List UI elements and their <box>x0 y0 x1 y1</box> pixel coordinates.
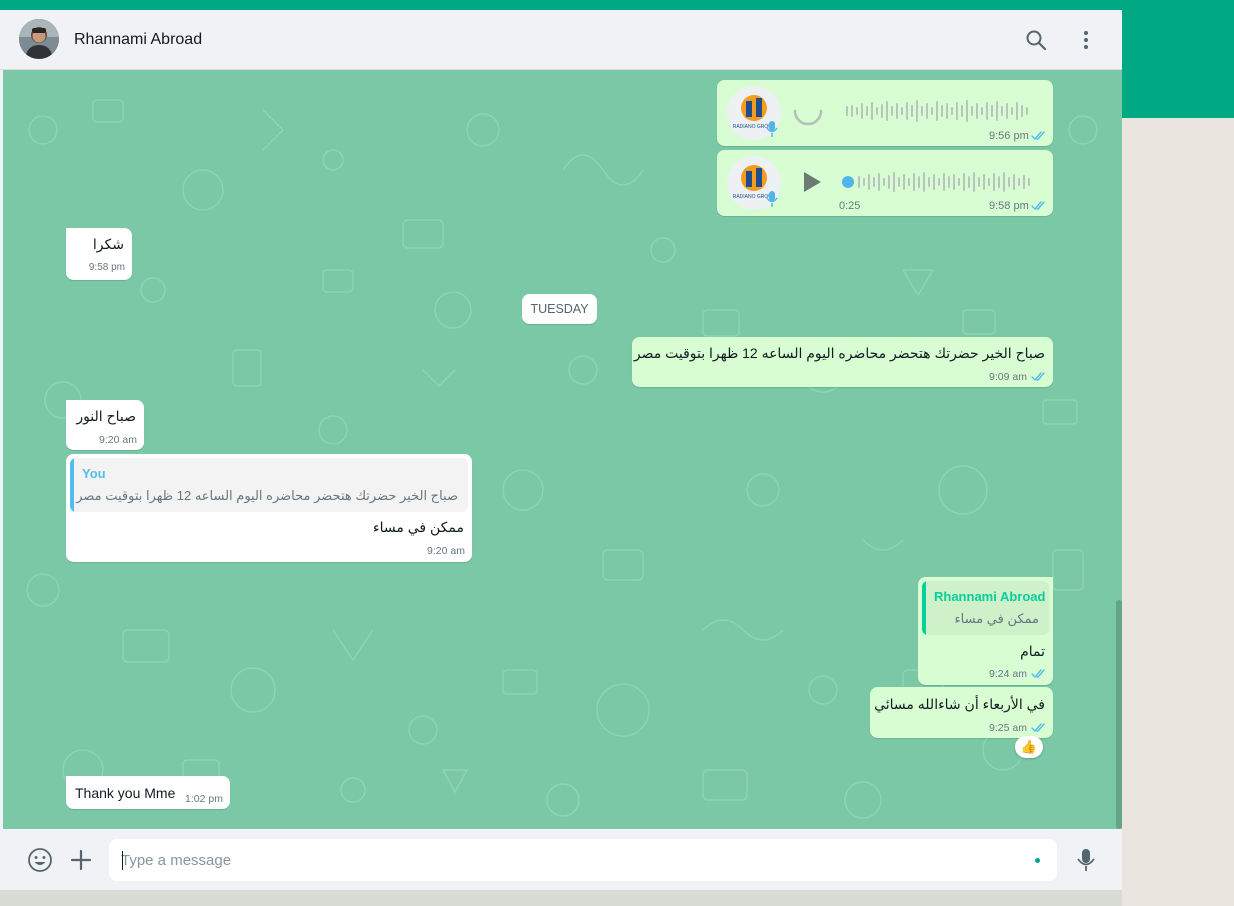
incoming-reply-message[interactable]: You صباح الخير حضرتك هتحضر محاضره اليوم … <box>66 454 472 562</box>
quoted-message[interactable]: Rhannami Abroad ممكن في مساء <box>922 581 1049 635</box>
mic-icon[interactable] <box>1073 847 1099 873</box>
message-time: 9:25 am <box>989 722 1027 734</box>
side-background <box>1122 118 1234 906</box>
avatar[interactable] <box>19 19 59 59</box>
message-time: 9:58 pm <box>88 262 125 273</box>
message-input[interactable] <box>121 839 1021 881</box>
voice-message[interactable]: RADIANO GROUP 9:56 pm <box>717 80 1053 146</box>
quote-author: You <box>82 466 106 481</box>
outgoing-reply-message[interactable]: Rhannami Abroad ممكن في مساء تمام 9:24 a… <box>918 577 1053 685</box>
message-time: 9:58 pm <box>989 200 1029 212</box>
message-time: 9:56 pm <box>989 130 1029 142</box>
kebab-menu-icon[interactable] <box>1074 28 1098 52</box>
quote-text: صباح الخير حضرتك هتحضر محاضره اليوم السا… <box>76 488 458 503</box>
message-text: شكرا <box>92 236 124 252</box>
chat-window: Rhannami Abroad RADIANO GROUP 9:56 pm RA… <box>0 10 1122 890</box>
quote-accent-bar <box>70 458 74 512</box>
quote-accent-bar <box>922 581 926 635</box>
quoted-message[interactable]: You صباح الخير حضرتك هتحضر محاضره اليوم … <box>70 458 468 512</box>
message-time: 1:02 pm <box>185 793 223 805</box>
message-text: في الأربعاء أن شاءالله مسائي <box>874 696 1045 712</box>
message-text: تمام <box>1020 643 1045 659</box>
outgoing-message[interactable]: صباح الخير حضرتك هتحضر محاضره اليوم السا… <box>632 337 1053 387</box>
voice-message[interactable]: RADIANO GROUP 0:25 9:58 pm <box>717 150 1053 216</box>
text-caret <box>122 851 123 870</box>
voice-waveform[interactable] <box>845 98 1035 124</box>
mic-badge-icon <box>765 120 779 138</box>
message-time: 9:09 am <box>989 371 1027 383</box>
status-dot <box>1035 858 1040 863</box>
message-text: ممكن في مساء <box>373 519 464 535</box>
voice-duration: 0:25 <box>839 200 861 212</box>
chat-header: Rhannami Abroad <box>0 10 1122 70</box>
emoji-icon[interactable] <box>27 847 53 873</box>
date-separator: TUESDAY <box>522 294 597 324</box>
message-list[interactable]: RADIANO GROUP 9:56 pm RADIANO GROUP 0:25… <box>3 70 1122 829</box>
composer-bar <box>0 829 1122 890</box>
message-time: 9:20 am <box>99 434 137 446</box>
double-check-icon <box>1031 669 1045 679</box>
quote-text: ممكن في مساء <box>954 611 1039 626</box>
voice-waveform[interactable] <box>841 169 1035 195</box>
message-text: صباح النور <box>76 408 136 424</box>
message-text: Thank you Mme <box>75 785 176 801</box>
message-text: صباح الخير حضرتك هتحضر محاضره اليوم السا… <box>633 345 1045 361</box>
search-icon[interactable] <box>1024 28 1048 52</box>
loading-spinner-icon <box>791 94 825 128</box>
message-time: 9:20 am <box>427 545 465 557</box>
scrollbar[interactable] <box>1116 600 1122 829</box>
thumbs-up-reaction[interactable]: 👍 <box>1015 736 1043 758</box>
double-check-icon <box>1031 201 1045 211</box>
double-check-icon <box>1031 131 1045 141</box>
double-check-icon <box>1031 723 1045 733</box>
message-input-container[interactable] <box>109 839 1057 881</box>
outgoing-message[interactable]: في الأربعاء أن شاءالله مسائي 9:25 am <box>870 687 1053 738</box>
double-check-icon <box>1031 372 1045 382</box>
quote-author: Rhannami Abroad <box>934 589 1046 604</box>
incoming-message[interactable]: صباح النور 9:20 am <box>66 400 144 450</box>
incoming-message[interactable]: Thank you Mme 1:02 pm <box>66 776 230 809</box>
plus-icon[interactable] <box>68 847 94 873</box>
contact-name[interactable]: Rhannami Abroad <box>74 31 202 49</box>
incoming-message[interactable]: شكرا 9:58 pm <box>66 228 132 280</box>
message-time: 9:24 am <box>989 668 1027 680</box>
play-icon[interactable] <box>799 170 823 194</box>
mic-badge-icon <box>765 190 779 208</box>
